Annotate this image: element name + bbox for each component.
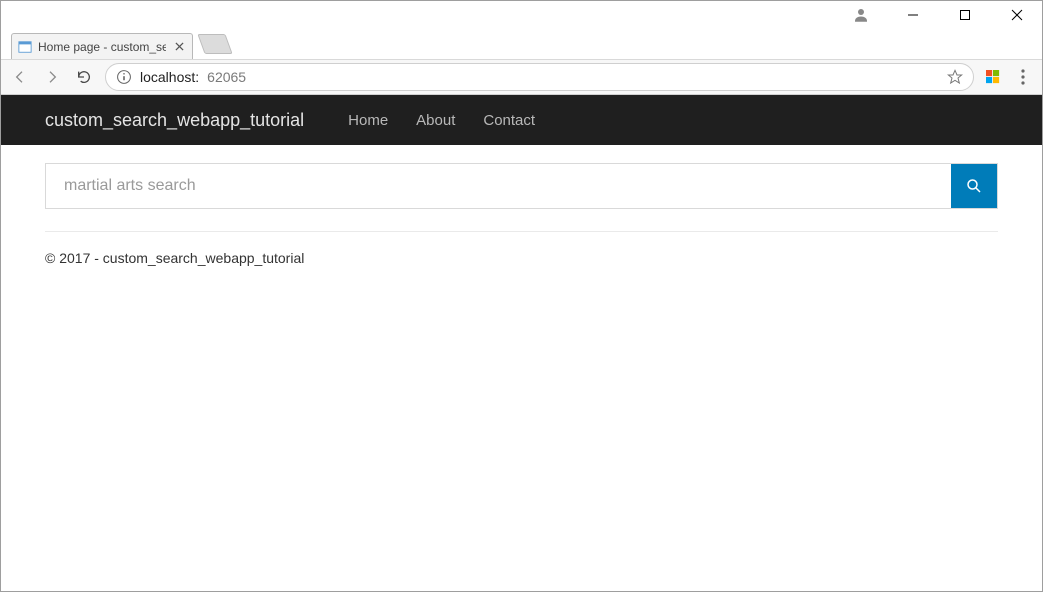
close-tab-icon[interactable] — [172, 40, 186, 54]
browser-tab[interactable]: Home page - custom_se — [11, 33, 193, 59]
bookmark-star-icon[interactable] — [947, 69, 963, 85]
forward-button[interactable] — [41, 66, 63, 88]
url-host: localhost: — [140, 69, 199, 85]
reload-button[interactable] — [73, 66, 95, 88]
nav-about[interactable]: About — [416, 112, 455, 129]
footer-text: © 2017 - custom_search_webapp_tutorial — [45, 250, 998, 266]
site-info-icon[interactable] — [116, 69, 132, 85]
minimize-button[interactable] — [896, 1, 930, 29]
divider — [45, 231, 998, 232]
brand-title[interactable]: custom_search_webapp_tutorial — [45, 110, 304, 131]
close-window-button[interactable] — [1000, 1, 1034, 29]
site-navbar: custom_search_webapp_tutorial Home About… — [1, 95, 1042, 145]
nav-home[interactable]: Home — [348, 112, 388, 129]
windows-logo-icon[interactable] — [984, 68, 1002, 86]
url-port: 62065 — [207, 69, 246, 85]
new-tab-button[interactable] — [197, 34, 232, 54]
maximize-button[interactable] — [948, 1, 982, 29]
window-titlebar — [1, 1, 1042, 29]
search-input[interactable] — [46, 164, 951, 208]
address-bar[interactable]: localhost: 62065 — [105, 63, 974, 91]
search-button[interactable] — [951, 164, 997, 208]
nav-contact[interactable]: Contact — [483, 112, 535, 129]
tab-title: Home page - custom_se — [38, 40, 166, 54]
magnifier-icon — [965, 177, 983, 195]
browser-tabstrip: Home page - custom_se — [1, 29, 1042, 59]
favicon-icon — [18, 40, 32, 54]
page-content: custom_search_webapp_tutorial Home About… — [1, 95, 1042, 266]
back-button[interactable] — [9, 66, 31, 88]
account-icon[interactable] — [844, 1, 878, 29]
search-bar — [45, 163, 998, 209]
browser-toolbar: localhost: 62065 — [1, 59, 1042, 95]
browser-menu-icon[interactable] — [1012, 66, 1034, 88]
